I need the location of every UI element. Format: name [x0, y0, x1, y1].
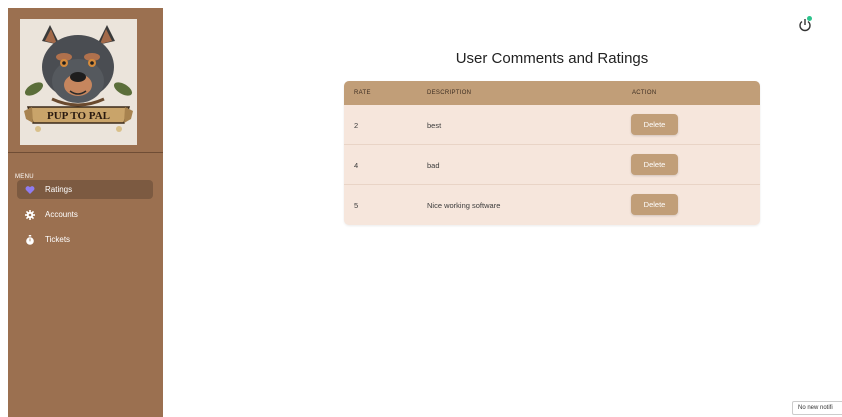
- power-button[interactable]: [798, 16, 816, 32]
- rate-cell: 2: [354, 121, 359, 130]
- sidebar-item-accounts[interactable]: Accounts: [17, 205, 153, 224]
- table-row: 4 bad Delete: [344, 145, 760, 185]
- sidebar-item-tickets[interactable]: Tickets: [17, 230, 153, 249]
- page-title: User Comments and Ratings: [455, 50, 649, 67]
- table-row: 5 Nice working software Delete: [344, 185, 760, 225]
- sidebar: PUP TO PAL MENU Ratings Accounts Tickets: [8, 8, 163, 417]
- logo-text: PUP TO PAL: [47, 110, 110, 122]
- delete-button[interactable]: Delete: [631, 114, 678, 135]
- description-cell: best: [427, 121, 442, 130]
- sidebar-item-label: Tickets: [45, 235, 71, 244]
- pup-to-pal-logo: PUP TO PAL: [20, 19, 137, 145]
- gear-icon: [24, 209, 36, 221]
- delete-button[interactable]: Delete: [631, 154, 678, 175]
- notification-toast[interactable]: No new notifi: [792, 401, 842, 415]
- ratings-table: RATE DESCRIPTION ACTION 2 best Delete 4 …: [344, 81, 760, 225]
- description-cell: bad: [427, 161, 440, 170]
- dog-logo-image: PUP TO PAL: [20, 19, 137, 145]
- sidebar-item-ratings[interactable]: Ratings: [17, 180, 153, 199]
- stopwatch-icon: [24, 234, 36, 246]
- column-header-action: ACTION: [632, 90, 657, 96]
- delete-button[interactable]: Delete: [631, 194, 678, 215]
- rate-cell: 4: [354, 161, 359, 170]
- sidebar-item-label: Ratings: [45, 185, 73, 194]
- table-header: RATE DESCRIPTION ACTION: [344, 81, 760, 105]
- table-row: 2 best Delete: [344, 105, 760, 145]
- column-header-description: DESCRIPTION: [427, 90, 472, 96]
- notification-dot: [807, 16, 812, 21]
- column-header-rate: RATE: [354, 90, 371, 96]
- app-window: PUP TO PAL MENU Ratings Accounts Tickets…: [0, 0, 842, 417]
- rate-cell: 5: [354, 201, 359, 210]
- description-cell: Nice working software: [427, 201, 501, 210]
- sidebar-item-label: Accounts: [45, 210, 78, 219]
- heart-icon: [24, 184, 36, 196]
- sidebar-divider: [8, 152, 163, 153]
